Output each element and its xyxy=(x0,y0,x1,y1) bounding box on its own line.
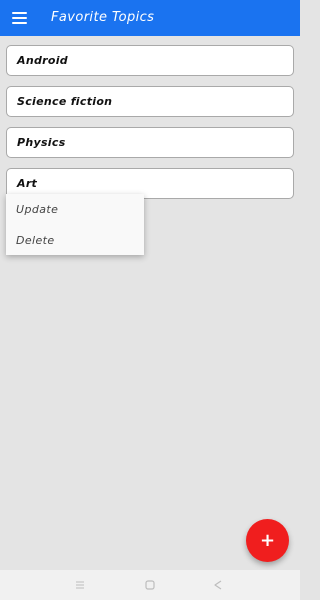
topic-label: Science fiction xyxy=(17,95,113,108)
page-title: Favorite Topics xyxy=(51,10,155,25)
topic-label: Art xyxy=(17,177,38,190)
hamburger-menu-icon[interactable] xyxy=(12,12,27,24)
back-icon[interactable] xyxy=(211,578,225,592)
recent-apps-icon[interactable] xyxy=(73,578,87,592)
menu-item-update[interactable]: Update xyxy=(6,194,144,225)
context-menu: Update Delete xyxy=(6,194,144,255)
add-icon: + xyxy=(259,529,276,551)
topic-item-science-fiction[interactable]: Science fiction xyxy=(6,86,294,117)
home-icon[interactable] xyxy=(143,578,157,592)
system-nav-bar xyxy=(0,570,300,600)
topic-list: Android Science fiction Physics Art xyxy=(6,45,294,209)
topic-item-physics[interactable]: Physics xyxy=(6,127,294,158)
app-bar: Favorite Topics xyxy=(0,0,300,36)
topic-label: Android xyxy=(17,54,68,67)
topic-label: Physics xyxy=(17,136,66,149)
menu-item-delete[interactable]: Delete xyxy=(6,225,144,256)
add-topic-button[interactable]: + xyxy=(246,519,289,562)
topic-item-android[interactable]: Android xyxy=(6,45,294,76)
